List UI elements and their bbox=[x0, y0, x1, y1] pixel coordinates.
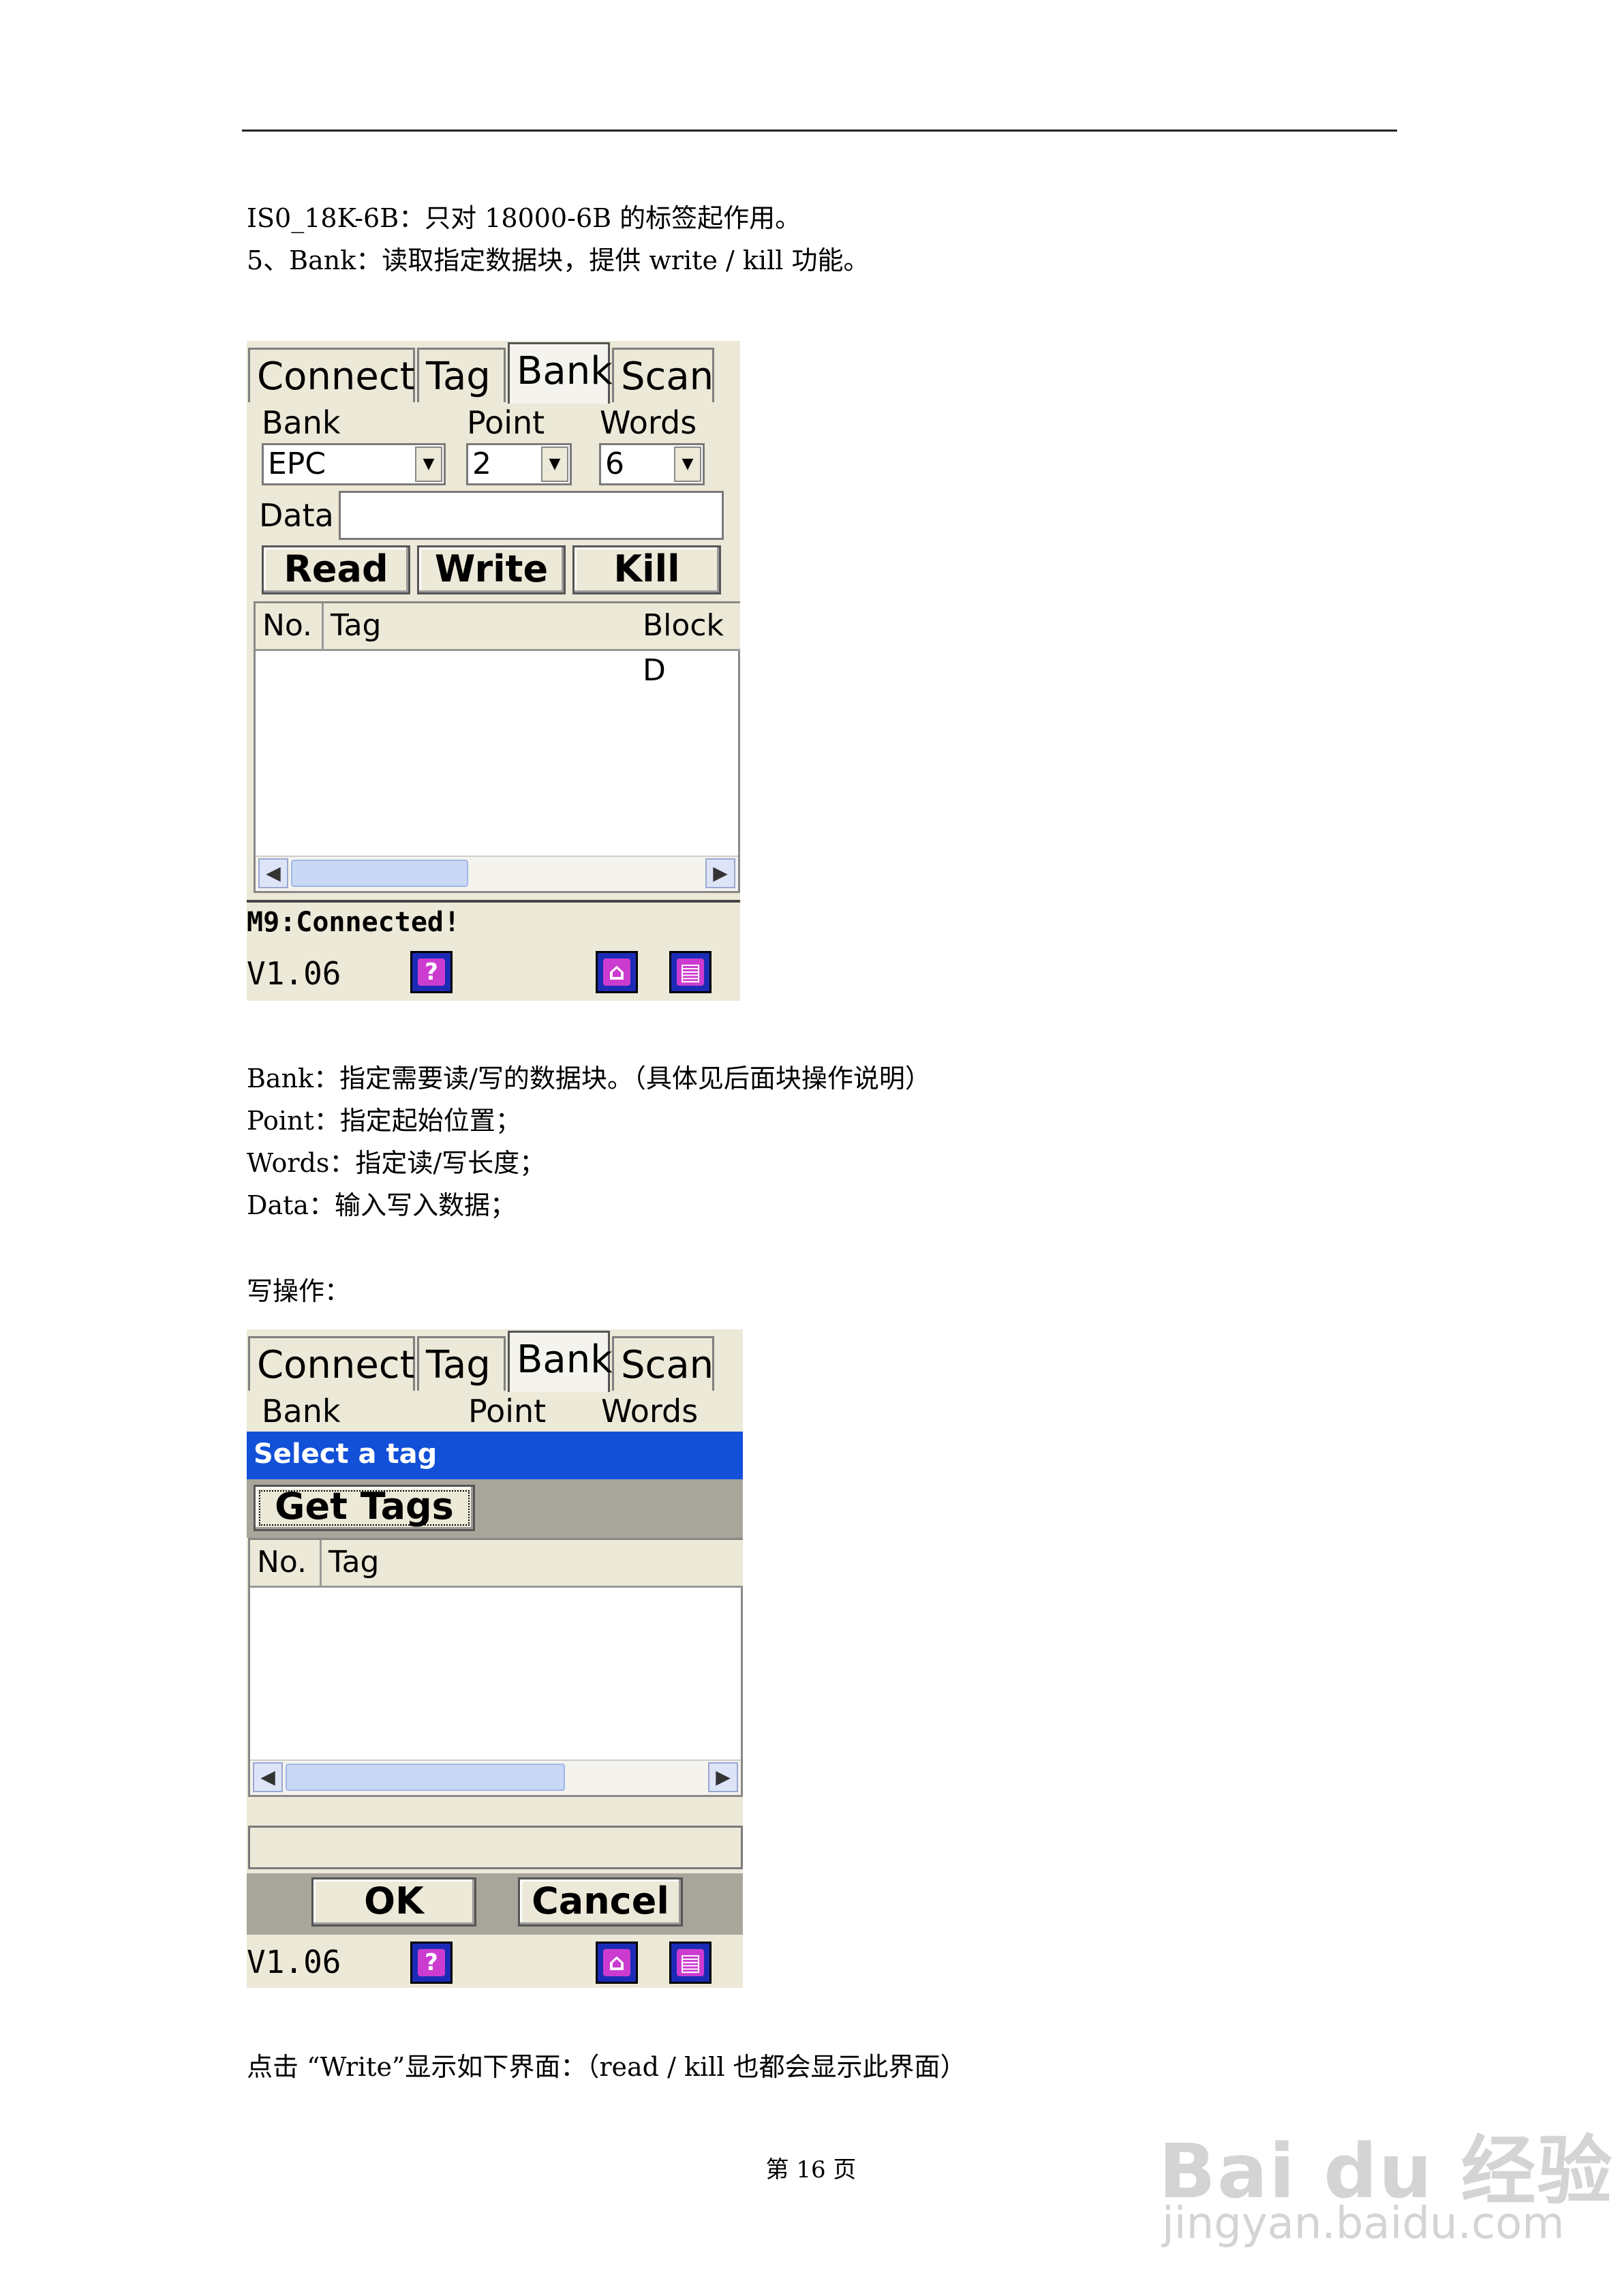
home-icon[interactable]: ⌂ bbox=[596, 951, 638, 993]
point-label: Point bbox=[468, 1393, 547, 1430]
home-icon[interactable]: ⌂ bbox=[596, 1942, 638, 1984]
tab-bank[interactable]: Bank bbox=[508, 342, 613, 404]
column-header-no[interactable]: No. bbox=[256, 603, 324, 651]
header-rule bbox=[242, 130, 1397, 132]
words-label: Words bbox=[600, 404, 697, 441]
scroll-thumb[interactable] bbox=[291, 860, 468, 887]
bank-label: Bank bbox=[262, 1393, 341, 1430]
result-table: No. Tag Block D ◀ ▶ bbox=[254, 601, 740, 893]
column-header-no[interactable]: No. bbox=[250, 1540, 322, 1588]
words-select[interactable]: 6 ▼ bbox=[599, 443, 705, 485]
bank-select[interactable]: EPC ▼ bbox=[262, 443, 446, 485]
scroll-right-icon[interactable]: ▶ bbox=[705, 858, 735, 888]
baidu-watermark-url: jingyan.baidu.com bbox=[1162, 2199, 1565, 2249]
tab-connect[interactable]: Connect bbox=[248, 348, 415, 402]
selected-tag-field[interactable] bbox=[248, 1826, 743, 1869]
chevron-down-icon[interactable]: ▼ bbox=[541, 447, 568, 482]
words-select-value: 6 bbox=[605, 447, 624, 481]
keyboard-icon[interactable]: ▤ bbox=[669, 1942, 711, 1984]
column-header-tag[interactable]: Tag bbox=[322, 1540, 743, 1588]
tab-bank[interactable]: Bank bbox=[508, 1331, 613, 1392]
desc-bank: Bank：指定需要读/写的数据块。（具体见后面块操作说明） bbox=[247, 1063, 931, 1093]
keyboard-icon[interactable]: ▤ bbox=[669, 951, 711, 993]
desc-words: Words：指定读/写长度； bbox=[247, 1148, 546, 1178]
scroll-left-icon[interactable]: ◀ bbox=[258, 858, 288, 888]
tab-tag[interactable]: Tag bbox=[417, 1336, 506, 1391]
tab-scan[interactable]: Scan bbox=[612, 348, 714, 402]
dialog-title-bar: Select a tag bbox=[247, 1432, 743, 1479]
tab-connect[interactable]: Connect bbox=[248, 1336, 415, 1391]
tab-scan[interactable]: Scan bbox=[612, 1336, 714, 1391]
select-tag-screenshot: Connect Tag Bank Scan Bank Point Words S… bbox=[247, 1329, 743, 1988]
point-select[interactable]: 2 ▼ bbox=[466, 443, 572, 485]
horizontal-scrollbar[interactable]: ◀ ▶ bbox=[250, 1759, 741, 1795]
get-tags-button[interactable]: Get Tags bbox=[254, 1485, 475, 1531]
connection-status: M9:Connected! bbox=[247, 907, 461, 938]
help-icon[interactable]: ? bbox=[410, 951, 453, 993]
data-label: Data bbox=[259, 497, 334, 534]
tab-bar: Connect Tag Bank Scan bbox=[247, 1329, 743, 1392]
help-icon[interactable]: ? bbox=[410, 1942, 453, 1984]
point-select-value: 2 bbox=[472, 447, 491, 481]
click-write-note: 点击 “Write”显示如下界面：（read / kill 也都会显示此界面） bbox=[247, 2052, 966, 2082]
write-button[interactable]: Write bbox=[417, 545, 566, 594]
column-header-block-data[interactable]: Block D bbox=[636, 603, 740, 688]
chevron-down-icon[interactable]: ▼ bbox=[674, 447, 701, 482]
bank-label: Bank bbox=[262, 404, 341, 441]
desc-point: Point：指定起始位置； bbox=[247, 1106, 521, 1136]
paragraph-iso: IS0_18K-6B：只对 18000-6B 的标签起作用。 bbox=[247, 203, 801, 233]
write-operation-heading: 写操作： bbox=[247, 1276, 351, 1306]
read-button[interactable]: Read bbox=[262, 545, 410, 594]
bank-screen-screenshot: Connect Tag Bank Scan Bank Point Words E… bbox=[247, 341, 740, 1001]
horizontal-scrollbar[interactable]: ◀ ▶ bbox=[256, 856, 738, 891]
cancel-button[interactable]: Cancel bbox=[518, 1877, 683, 1927]
bank-select-value: EPC bbox=[268, 447, 326, 481]
kill-button[interactable]: Kill bbox=[572, 545, 721, 594]
tag-list: No. Tag ◀ ▶ bbox=[248, 1538, 743, 1797]
tab-tag[interactable]: Tag bbox=[417, 348, 506, 402]
scroll-right-icon[interactable]: ▶ bbox=[708, 1762, 738, 1792]
scroll-left-icon[interactable]: ◀ bbox=[253, 1762, 283, 1792]
ok-button[interactable]: OK bbox=[311, 1877, 476, 1927]
tab-bar: Connect Tag Bank Scan bbox=[247, 341, 740, 404]
desc-data: Data：输入写入数据； bbox=[247, 1190, 517, 1220]
chevron-down-icon[interactable]: ▼ bbox=[415, 447, 442, 482]
version-label: V1.06 bbox=[247, 955, 341, 992]
status-divider bbox=[247, 900, 740, 903]
scroll-thumb[interactable] bbox=[286, 1764, 565, 1791]
words-label: Words bbox=[601, 1393, 699, 1430]
paragraph-bank-intro: 5、Bank：读取指定数据块，提供 write / kill 功能。 bbox=[247, 245, 870, 275]
version-label: V1.06 bbox=[247, 1944, 341, 1980]
point-label: Point bbox=[467, 404, 545, 441]
data-input[interactable] bbox=[339, 491, 724, 540]
